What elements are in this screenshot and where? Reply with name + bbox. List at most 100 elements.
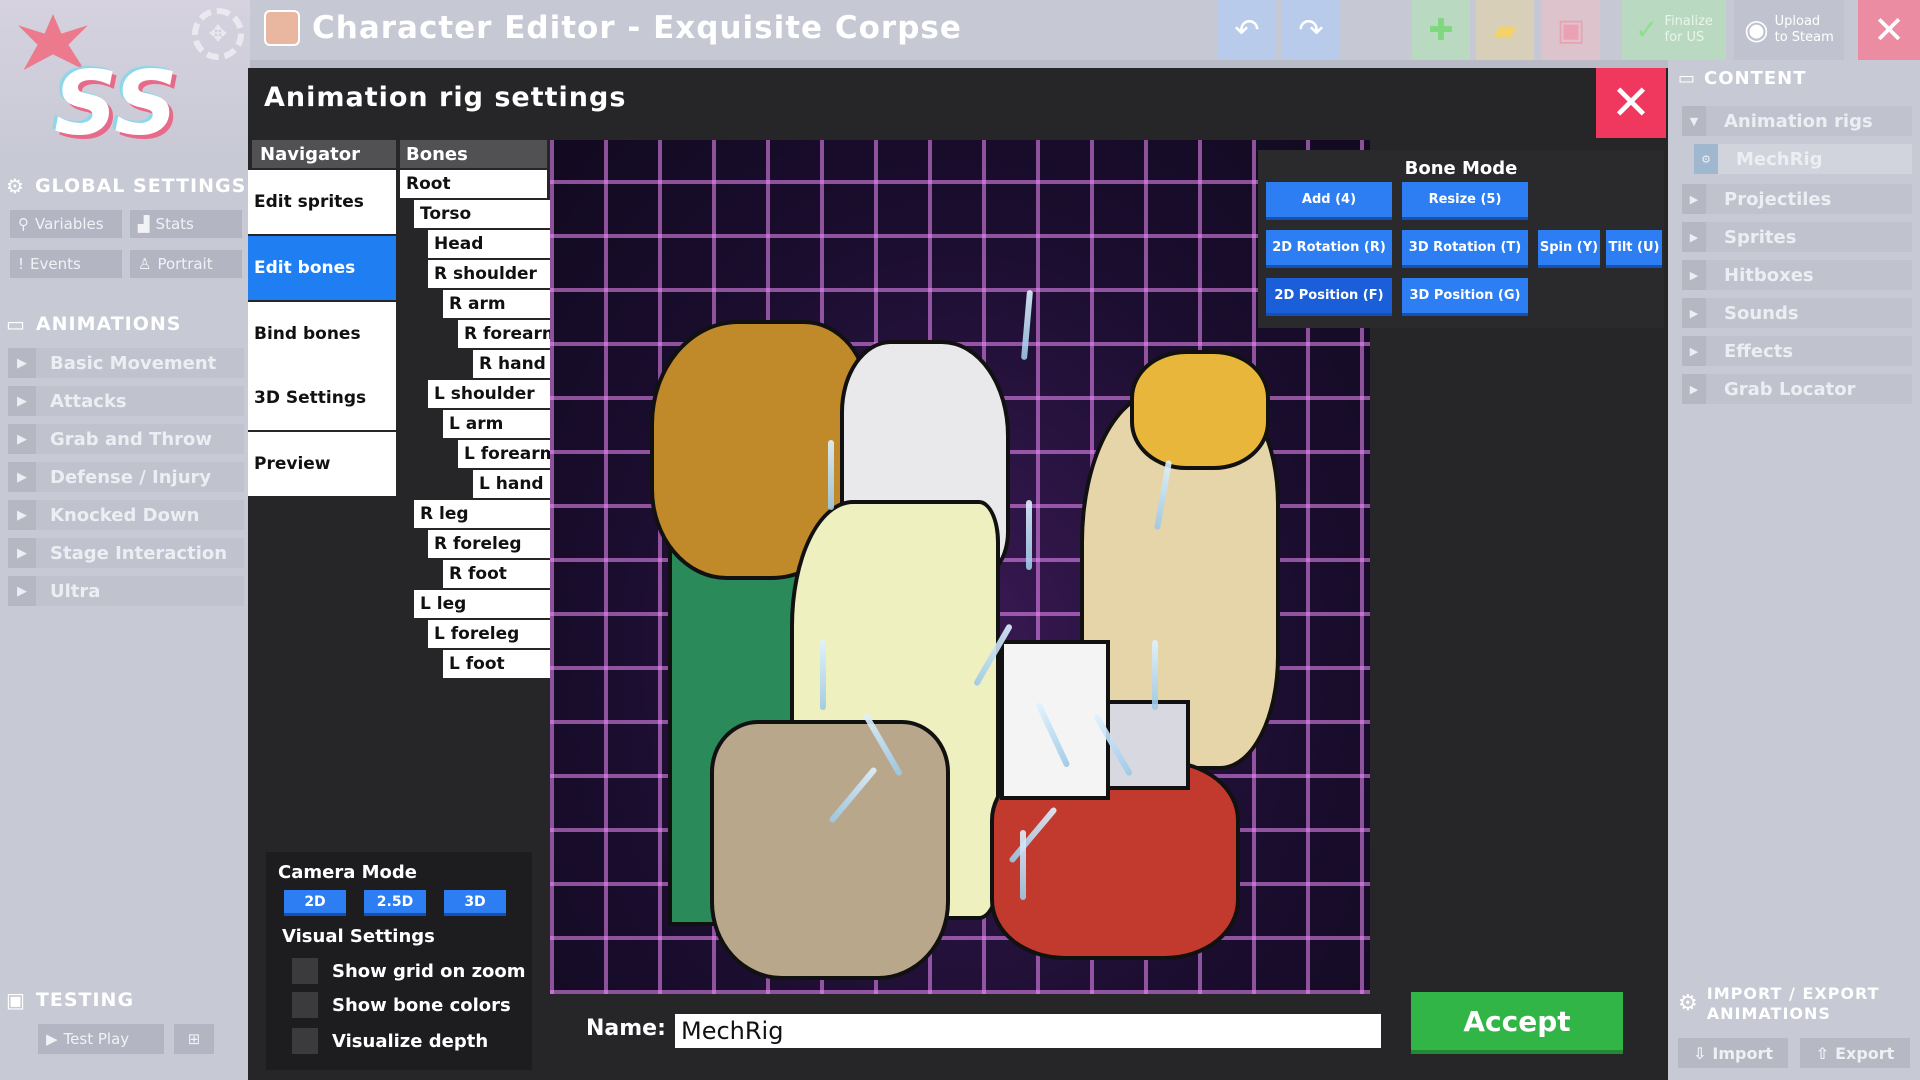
character-hand [1130, 350, 1270, 470]
nav-edit-bones[interactable]: Edit bones [248, 236, 396, 300]
bone-mode-3d-position-button[interactable]: 3D Position (G) [1402, 278, 1528, 316]
bone-mode-resize-button[interactable]: Resize (5) [1402, 182, 1528, 220]
bone-marker[interactable] [820, 640, 826, 710]
accept-button[interactable]: Accept [1411, 992, 1623, 1054]
left-sidebar: SS ✥ ⚙ GLOBAL SETTINGS ⚲ Variables ▟ Sta… [0, 0, 250, 1080]
export-icon: ⇧ [1815, 1043, 1830, 1063]
global-settings-header[interactable]: ⚙ GLOBAL SETTINGS [6, 174, 246, 198]
animation-rig-settings-dialog: Animation rig settings ✕ Navigator Edit … [248, 68, 1668, 1080]
save-button[interactable]: ▣ [1542, 0, 1600, 60]
camera-2-5d-button[interactable]: 2.5D [364, 890, 426, 916]
bone-marker[interactable] [1152, 640, 1158, 710]
app-title: Character Editor - Exquisite Corpse [312, 10, 962, 46]
settings-gear-icon[interactable]: ✥ [192, 8, 244, 60]
character-leg-left [710, 720, 950, 980]
rig-name-input[interactable] [675, 1014, 1381, 1048]
camera-3d-button[interactable]: 3D [444, 890, 506, 916]
nav-bind-bones[interactable]: Bind bones [248, 302, 396, 366]
show-grid-checkbox[interactable] [292, 958, 318, 984]
bone-mode-title: Bone Mode [1404, 158, 1518, 179]
logo-area: SS ✥ [0, 0, 250, 166]
testing-header[interactable]: ▣ TESTING [6, 988, 134, 1012]
dialog-title: Animation rig settings [264, 82, 627, 113]
bone-mode-tilt-button[interactable]: Tilt (U) [1606, 230, 1662, 268]
animations-header[interactable]: ▭ ANIMATIONS [6, 312, 182, 336]
visualize-depth-checkbox[interactable] [292, 1028, 318, 1054]
variables-button[interactable]: ⚲ Variables [10, 210, 122, 238]
export-button[interactable]: ⇧ Export [1800, 1038, 1910, 1068]
gamepad-icon: ⊞ [187, 1030, 201, 1048]
nav-preview[interactable]: Preview [248, 432, 396, 496]
play-icon: ▶ [1682, 184, 1706, 214]
dialog-close-button[interactable]: ✕ [1596, 68, 1666, 138]
play-icon: ▶ [8, 462, 36, 492]
rig-icon: ⚙ [1694, 144, 1718, 174]
character-panel [1000, 640, 1110, 800]
play-icon: ▶ [1682, 374, 1706, 404]
nav-edit-sprites[interactable]: Edit sprites [248, 170, 396, 234]
animation-item[interactable]: ▶ Grab and Throw [8, 424, 244, 454]
content-item-projectiles[interactable]: ▶ Projectiles [1682, 184, 1912, 214]
import-button[interactable]: ⇩ Import [1678, 1038, 1788, 1068]
bone-item[interactable]: Root [400, 170, 547, 198]
content-header[interactable]: ▭ CONTENT [1678, 68, 1807, 89]
show-bone-colors-checkbox[interactable] [292, 992, 318, 1018]
animation-item[interactable]: ▶ Attacks [8, 386, 244, 416]
content-item-hitboxes[interactable]: ▶ Hitboxes [1682, 260, 1912, 290]
undo-button[interactable]: ↶ [1218, 0, 1276, 60]
show-grid-on-zoom-option[interactable]: Show grid on zoom [292, 958, 526, 984]
events-button[interactable]: ! Events [10, 250, 122, 278]
gamepad-button[interactable]: ⊞ [174, 1024, 214, 1054]
animation-item[interactable]: ▶ Defense / Injury [8, 462, 244, 492]
content-item-animation-rigs[interactable]: ▼ Animation rigs [1682, 106, 1912, 136]
content-item-sprites[interactable]: ▶ Sprites [1682, 222, 1912, 252]
animation-item[interactable]: ▶ Basic Movement [8, 348, 244, 378]
bone-item[interactable]: L leg [414, 590, 562, 618]
bone-marker[interactable] [1026, 500, 1032, 570]
bone-mode-add-button[interactable]: Add (4) [1266, 182, 1392, 220]
right-sidebar: ▭ CONTENT ▼ Animation rigs ⚙ MechRig ▶ Proj… [1668, 60, 1920, 1080]
test-play-button[interactable]: ▶ Test Play [38, 1024, 164, 1054]
bone-marker[interactable] [828, 440, 834, 510]
redo-button[interactable]: ↷ [1282, 0, 1340, 60]
bone-mode-spin-button[interactable]: Spin (Y) [1538, 230, 1600, 268]
visualize-depth-option[interactable]: Visualize depth [292, 1028, 488, 1054]
content-item-sounds[interactable]: ▶ Sounds [1682, 298, 1912, 328]
play-icon: ▶ [8, 576, 36, 606]
rig-viewport[interactable] [550, 140, 1370, 994]
bone-marker[interactable] [1020, 830, 1026, 900]
open-folder-button[interactable]: ▰ [1476, 0, 1534, 60]
finalize-button[interactable]: ✓ Finalize for US [1622, 0, 1726, 60]
import-export-header[interactable]: ⚙ IMPORT / EXPORT ANIMATIONS [1678, 984, 1880, 1024]
content-item-effects[interactable]: ▶ Effects [1682, 336, 1912, 366]
folder-icon: ▭ [1678, 68, 1697, 89]
name-label: Name: [586, 1016, 666, 1041]
nav-3d-settings[interactable]: 3D Settings [248, 366, 396, 430]
play-icon: ▶ [8, 348, 36, 378]
animation-item[interactable]: ▶ Knocked Down [8, 500, 244, 530]
camera-settings-panel: Camera Mode 2D 2.5D 3D Visual Settings S… [266, 852, 532, 1070]
bone-mode-3d-rotation-button[interactable]: 3D Rotation (T) [1402, 230, 1528, 268]
visual-settings-title: Visual Settings [282, 926, 435, 947]
animation-item[interactable]: ▶ Ultra [8, 576, 244, 606]
checkmark-icon: ✓ [1635, 13, 1659, 46]
add-button[interactable]: ✚ [1412, 0, 1470, 60]
exit-button[interactable]: ✕ [1858, 0, 1920, 60]
bone-mode-panel: Bone Mode Add (4) Resize (5) 2D Rotation… [1258, 150, 1664, 328]
stats-button[interactable]: ▟ Stats [130, 210, 242, 238]
upload-to-steam-button[interactable]: ◉ Upload to Steam [1734, 0, 1844, 60]
play-icon: ▶ [8, 424, 36, 454]
exclamation-icon: ! [18, 255, 25, 273]
animation-item[interactable]: ▶ Stage Interaction [8, 538, 244, 568]
content-item-grab-locator[interactable]: ▶ Grab Locator [1682, 374, 1912, 404]
show-bone-colors-option[interactable]: Show bone colors [292, 992, 511, 1018]
person-icon: ♙ [138, 255, 152, 273]
bone-item[interactable]: R leg [414, 500, 562, 528]
portrait-button[interactable]: ♙ Portrait [130, 250, 242, 278]
camera-2d-button[interactable]: 2D [284, 890, 346, 916]
bone-item[interactable]: Torso [414, 200, 561, 228]
bone-marker[interactable] [1020, 289, 1034, 361]
bone-mode-2d-rotation-button[interactable]: 2D Rotation (R) [1266, 230, 1392, 268]
content-item-mechrig[interactable]: ⚙ MechRig [1694, 144, 1912, 174]
bone-mode-2d-position-button[interactable]: 2D Position (F) [1266, 278, 1392, 316]
